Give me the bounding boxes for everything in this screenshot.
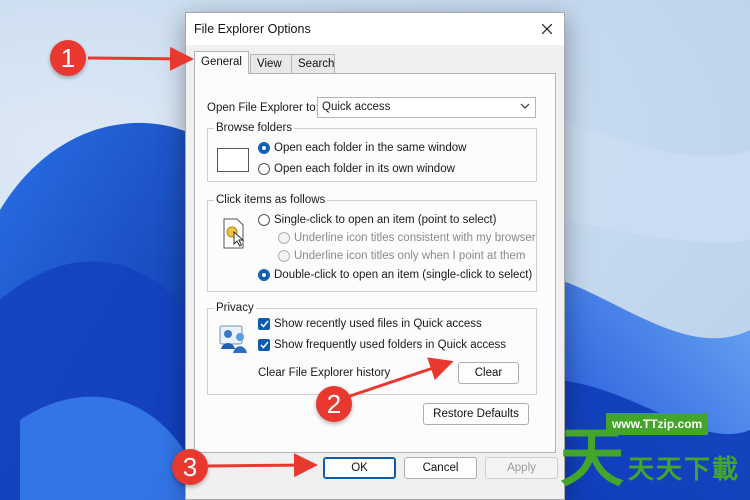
arrow-to-clear-button — [349, 357, 454, 398]
tab-general[interactable]: General — [194, 51, 249, 74]
watermark-text: 天天下載 — [628, 455, 741, 485]
watermark-url: www.TTzip.com — [606, 413, 709, 435]
ttzip-watermark: 天 www.TTzip.com 天天下載 — [560, 405, 741, 496]
arrow-to-ok-button — [207, 453, 318, 478]
arrow-to-general-tab — [87, 46, 194, 71]
